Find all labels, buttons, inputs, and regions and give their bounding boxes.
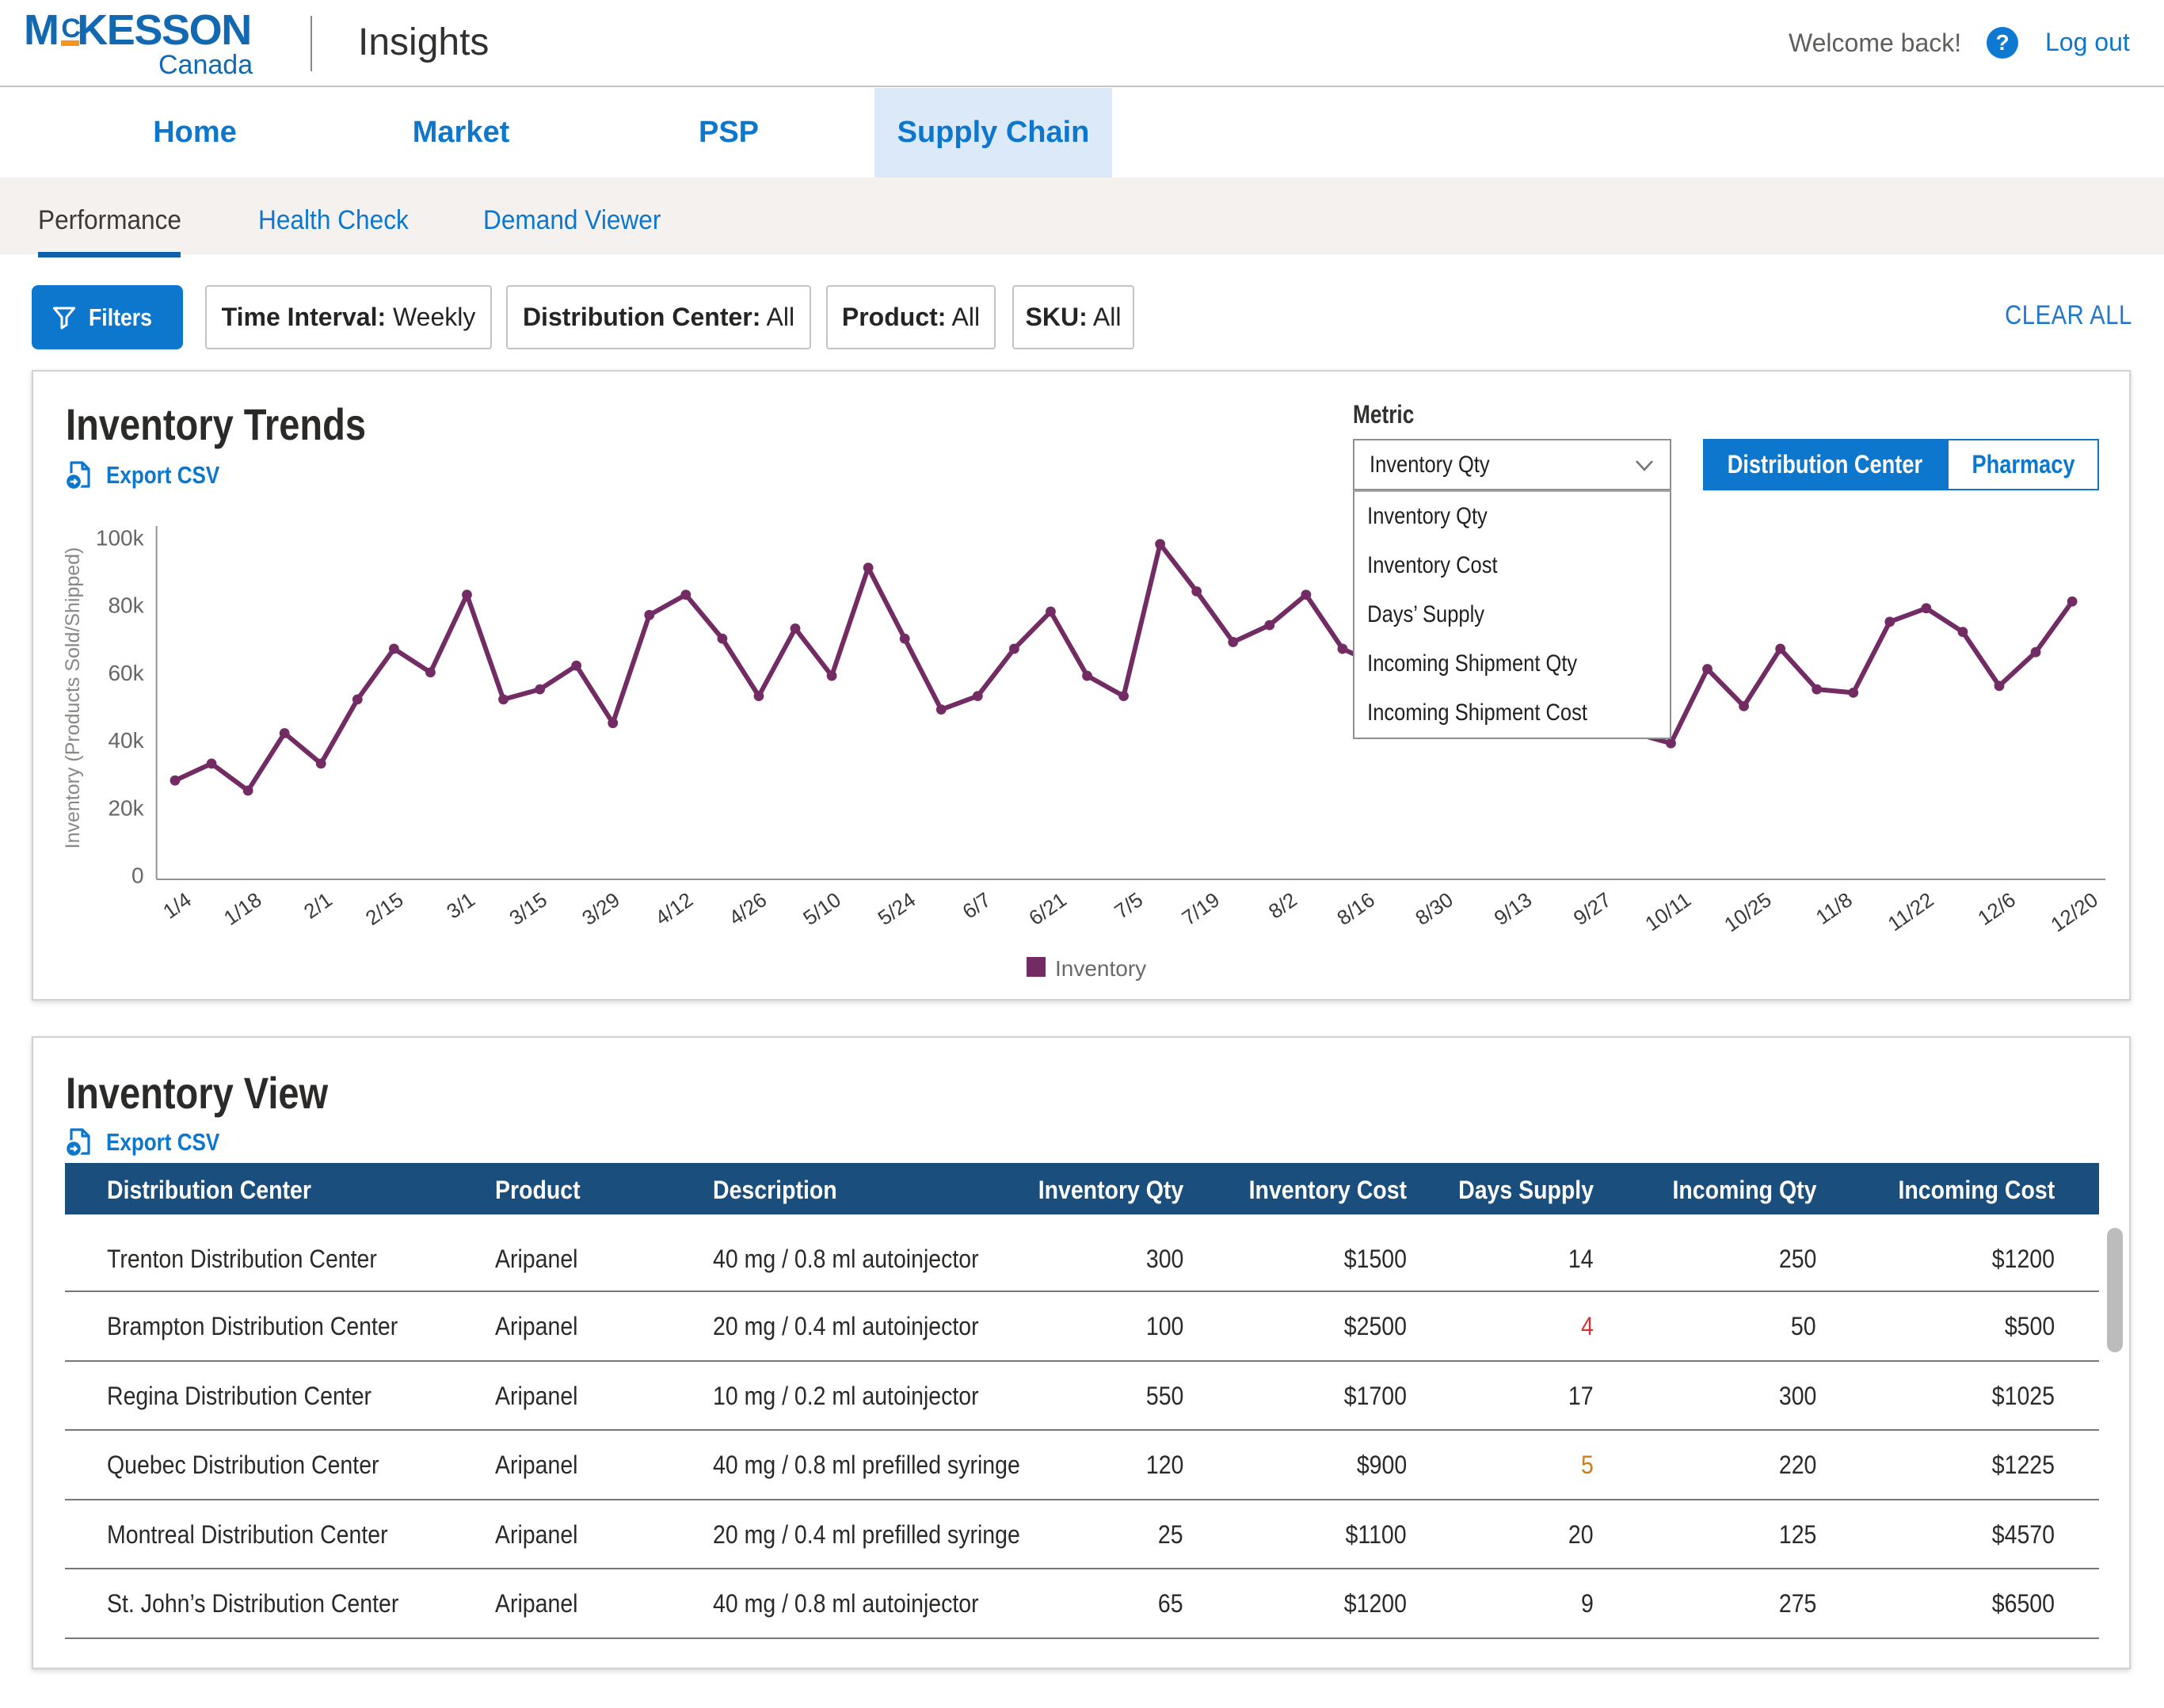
svg-text:12/20: 12/20 <box>2046 887 2102 936</box>
svg-text:11/8: 11/8 <box>1812 887 1857 929</box>
svg-text:3/1: 3/1 <box>442 887 479 923</box>
svg-text:9/27: 9/27 <box>1569 887 1616 930</box>
svg-text:5/10: 5/10 <box>798 887 845 930</box>
svg-text:4/26: 4/26 <box>725 887 771 930</box>
svg-text:20k: 20k <box>108 795 144 820</box>
svg-text:8/30: 8/30 <box>1411 887 1457 930</box>
svg-text:80k: 80k <box>108 593 144 618</box>
svg-text:Inventory (Products Sold/Shipp: Inventory (Products Sold/Shipped) <box>62 547 84 849</box>
svg-text:7/19: 7/19 <box>1177 887 1224 930</box>
svg-text:8/2: 8/2 <box>1264 887 1301 923</box>
svg-text:10/11: 10/11 <box>1640 887 1695 936</box>
svg-text:11/22: 11/22 <box>1884 887 1938 936</box>
svg-text:10/25: 10/25 <box>1720 887 1776 936</box>
svg-text:6/21: 6/21 <box>1024 887 1071 930</box>
svg-text:60k: 60k <box>108 661 144 685</box>
svg-text:12/6: 12/6 <box>1973 887 2020 930</box>
svg-text:9/13: 9/13 <box>1490 887 1537 930</box>
svg-text:Inventory: Inventory <box>1055 956 1146 981</box>
svg-text:3/15: 3/15 <box>505 887 551 930</box>
svg-text:1/4: 1/4 <box>158 887 196 923</box>
svg-text:100k: 100k <box>96 525 145 550</box>
svg-text:8/16: 8/16 <box>1332 887 1379 930</box>
svg-text:4/12: 4/12 <box>651 887 698 930</box>
svg-text:2/15: 2/15 <box>361 887 408 930</box>
svg-text:7/5: 7/5 <box>1110 887 1147 923</box>
svg-text:1/18: 1/18 <box>219 887 266 930</box>
svg-text:2/1: 2/1 <box>299 887 337 923</box>
svg-text:0: 0 <box>131 864 144 888</box>
svg-text:40k: 40k <box>108 728 144 753</box>
svg-text:6/7: 6/7 <box>958 887 995 923</box>
svg-text:3/29: 3/29 <box>577 887 624 930</box>
svg-text:5/24: 5/24 <box>874 887 920 930</box>
